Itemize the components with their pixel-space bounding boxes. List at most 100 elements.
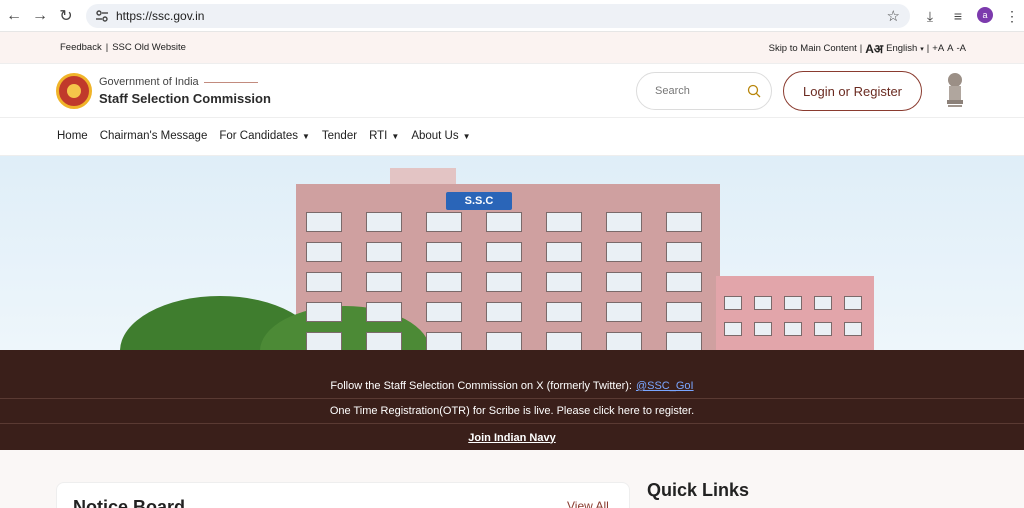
building-window [814, 322, 832, 336]
building-window [606, 242, 642, 262]
bookmark-star-icon[interactable]: ☆ [887, 7, 900, 25]
building-window [724, 296, 742, 310]
building-window [784, 296, 802, 310]
building-window [606, 302, 642, 322]
building-window [546, 302, 582, 322]
building-window [306, 212, 342, 232]
building-window [306, 332, 342, 350]
navy-announcement[interactable]: Join Indian Navy [0, 425, 1024, 450]
font-increase-button[interactable]: +A [932, 43, 944, 54]
forward-arrow-icon[interactable]: → [30, 6, 50, 26]
nav-label: Home [57, 130, 88, 142]
back-arrow-icon[interactable]: ← [4, 6, 24, 26]
search-icon[interactable] [747, 84, 761, 98]
ssc-logo[interactable] [56, 73, 92, 109]
building-window [606, 272, 642, 292]
browser-toolbar: ← → ↻ https://ssc.gov.in ☆ ⤓ ≡ a ⋮ [0, 0, 1024, 32]
building-window [546, 272, 582, 292]
announcement-text: One Time Registration(OTR) for Scribe is… [329, 405, 695, 417]
nav-item-about-us[interactable]: About Us ▼ [411, 130, 470, 142]
search-box[interactable]: Search [636, 72, 772, 110]
separator: | [105, 42, 109, 53]
side-building [716, 276, 874, 350]
nav-item-rti[interactable]: RTI ▼ [369, 130, 399, 142]
building-window [784, 322, 802, 336]
caret-down-icon: ▼ [462, 131, 471, 141]
building-window [754, 322, 772, 336]
building-window [486, 272, 522, 292]
profile-avatar[interactable]: a [977, 7, 993, 23]
main-navigation: Home Chairman's Message For Candidates ▼ … [0, 118, 1024, 156]
building-window [666, 242, 702, 262]
building-window [426, 272, 462, 292]
separator: | [926, 43, 930, 54]
nav-label: For Candidates [219, 130, 298, 142]
building-window [486, 212, 522, 232]
nav-item-chairmans-message[interactable]: Chairman's Message [100, 130, 208, 142]
building-window [426, 242, 462, 262]
notice-board-title: Notice Board [73, 497, 186, 508]
menu-kebab-icon[interactable]: ⋮ [1002, 6, 1022, 26]
nav-item-home[interactable]: Home [57, 130, 88, 142]
address-bar[interactable]: https://ssc.gov.in ☆ [86, 4, 910, 28]
building-window [306, 302, 342, 322]
building-window [486, 242, 522, 262]
building-window [754, 296, 772, 310]
twitter-handle-link[interactable]: @SSC_GoI [636, 380, 694, 392]
building-window [844, 322, 862, 336]
otr-announcement[interactable]: One Time Registration(OTR) for Scribe is… [0, 399, 1024, 424]
skip-to-content-link[interactable]: Skip to Main Content [769, 43, 857, 54]
login-register-button[interactable]: Login or Register [783, 71, 922, 111]
nav-label: RTI [369, 130, 388, 142]
search-input[interactable]: Search [655, 85, 690, 97]
building-window [426, 332, 462, 350]
old-website-link[interactable]: SSC Old Website [112, 42, 186, 53]
reload-icon[interactable]: ↻ [56, 6, 76, 26]
nav-item-tender[interactable]: Tender [322, 130, 357, 142]
building-window [366, 302, 402, 322]
building-window [666, 302, 702, 322]
building-window [724, 322, 742, 336]
building-window [306, 272, 342, 292]
building-window [844, 296, 862, 310]
nav-item-for-candidates[interactable]: For Candidates ▼ [219, 130, 310, 142]
language-select[interactable]: English [886, 43, 917, 54]
building-window [486, 302, 522, 322]
site-settings-icon[interactable] [94, 8, 110, 24]
feedback-link[interactable]: Feedback [60, 42, 102, 53]
nav-label: Chairman's Message [99, 130, 208, 142]
view-all-link[interactable]: View All [567, 499, 609, 508]
notice-board-card: Notice Board View All [56, 482, 630, 508]
chevron-down-icon[interactable]: ▾ [920, 45, 924, 53]
building-window [546, 242, 582, 262]
url-text: https://ssc.gov.in [116, 9, 205, 23]
utility-bar: Feedback | SSC Old Website Skip to Main … [0, 32, 1024, 64]
building-window [546, 332, 582, 350]
building-window [426, 212, 462, 232]
building-window [366, 272, 402, 292]
building-window [546, 212, 582, 232]
site-header: Government of India Staff Selection Comm… [0, 64, 1024, 118]
building-window [486, 332, 522, 350]
nav-label: About Us [411, 130, 459, 142]
join-navy-link[interactable]: Join Indian Navy [468, 432, 555, 444]
building-window [666, 332, 702, 350]
announcement-text: Follow the Staff Selection Commission on… [330, 380, 632, 392]
building-window [606, 332, 642, 350]
building-sign: S.S.C [446, 192, 512, 210]
download-icon[interactable]: ⤓ [920, 6, 940, 26]
divider [204, 82, 258, 83]
building-window [426, 302, 462, 322]
building-window [666, 272, 702, 292]
media-control-icon[interactable]: ≡ [948, 6, 968, 26]
building-window [366, 332, 402, 350]
nav-label: Tender [321, 130, 358, 142]
font-normal-button[interactable]: A [947, 43, 953, 54]
national-emblem-icon [947, 73, 963, 107]
building-window [366, 212, 402, 232]
building-window [666, 212, 702, 232]
font-decrease-button[interactable]: -A [957, 43, 967, 54]
language-icon: Aअ [865, 42, 884, 56]
government-label: Government of India [99, 76, 199, 88]
separator: | [859, 43, 863, 54]
